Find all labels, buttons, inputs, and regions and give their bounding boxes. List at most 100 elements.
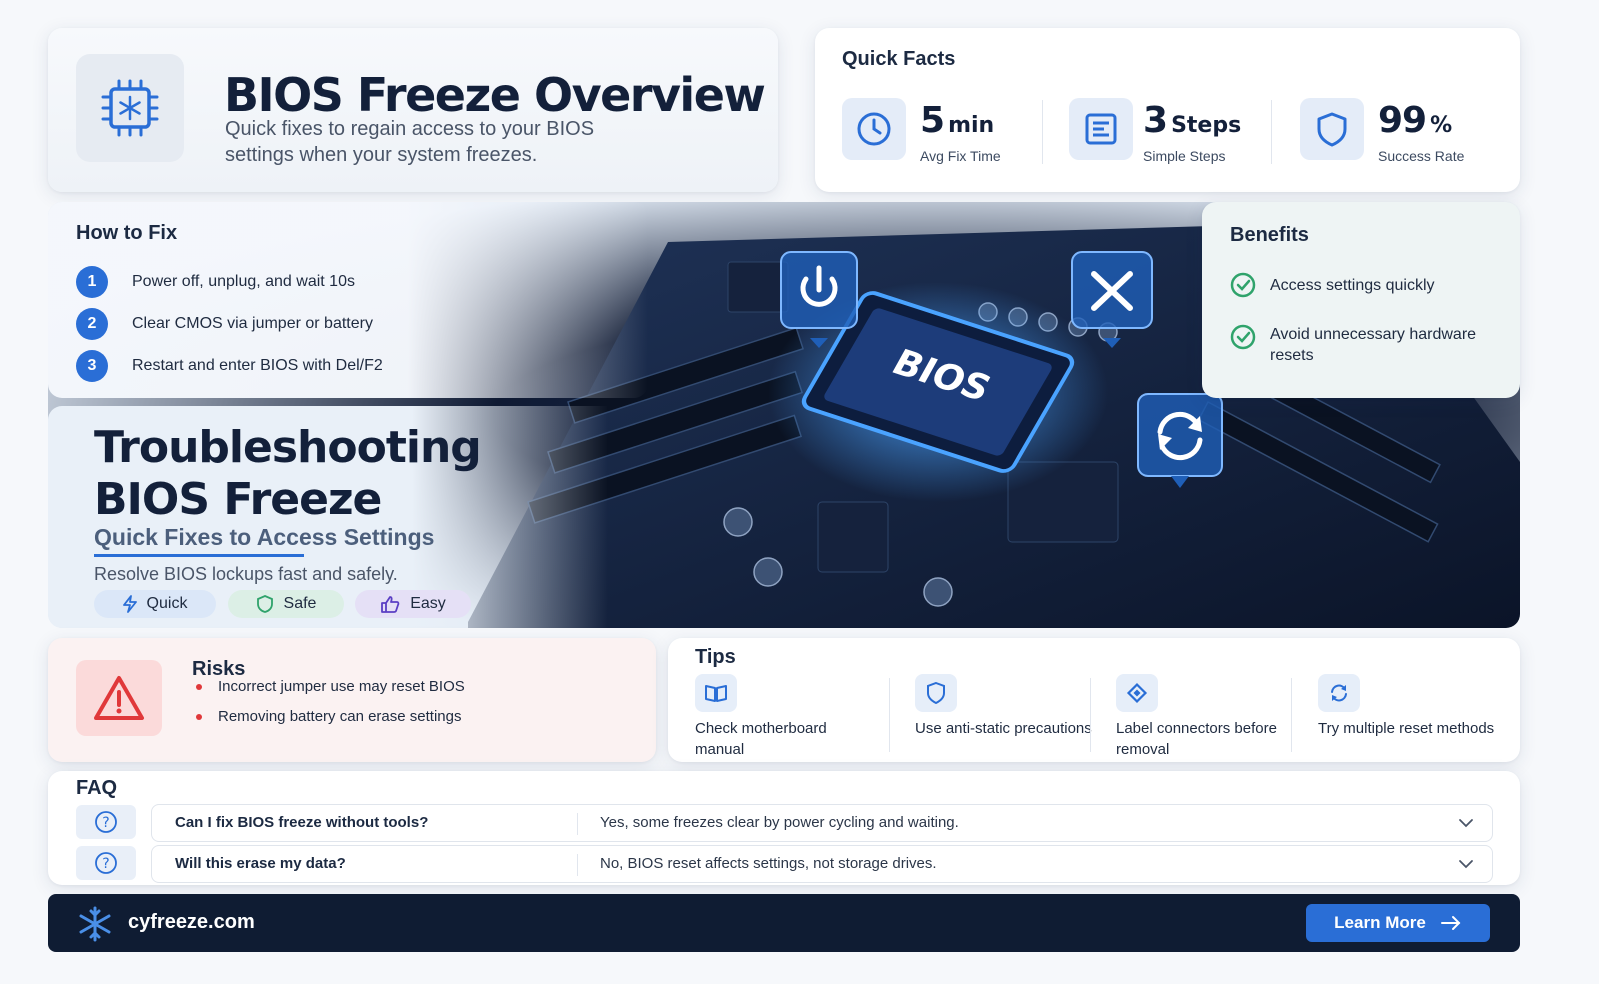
tag-easy: Easy [355, 590, 471, 618]
quick-facts-title: Quick Facts [842, 48, 956, 70]
thumbs-up-icon [380, 595, 400, 613]
step-number: 2 [76, 308, 108, 340]
learn-more-label: Learn More [1334, 913, 1426, 932]
divider [1291, 678, 1292, 752]
fact-value: 5 [920, 100, 945, 141]
question-icon: ? [76, 805, 136, 839]
chevron-down-icon[interactable] [1458, 857, 1474, 871]
tag-label: Safe [283, 595, 317, 612]
fact-label: Simple Steps [1143, 148, 1226, 164]
faq-question: Will this erase my data? [175, 855, 346, 872]
step-text: Power off, unplug, and wait 10s [132, 273, 355, 290]
tips-card: Tips Check motherboard manual Use anti-s… [668, 638, 1520, 762]
shield-icon [915, 674, 957, 712]
chevron-down-icon[interactable] [1458, 816, 1474, 830]
tip-item: Try multiple reset methods [1318, 674, 1498, 739]
hero-description: Resolve BIOS lockups fast and safely. [94, 564, 398, 584]
quick-facts-card: Quick Facts 5 min Avg Fix Time 3 Steps Sim… [815, 28, 1520, 192]
footer-domain[interactable]: cyfreeze.com [128, 911, 255, 934]
benefits-title: Benefits [1230, 224, 1309, 246]
fact-value: 3 [1143, 100, 1168, 141]
how-to-fix-card: How to Fix 1 Power off, unplug, and wait… [48, 202, 648, 398]
divider [1271, 100, 1272, 164]
benefit-item: Access settings quickly [1230, 272, 1490, 298]
benefit-text: Access settings quickly [1270, 277, 1435, 294]
tag-safe: Safe [228, 590, 344, 618]
fact-label: Avg Fix Time [920, 148, 1001, 164]
risk-item: Removing battery can erase settings [196, 708, 461, 725]
check-circle-icon [1230, 324, 1256, 350]
refresh-icon [1137, 393, 1223, 488]
shield-check-icon [256, 595, 274, 613]
svg-text:?: ? [102, 815, 109, 831]
fix-step: 2 Clear CMOS via jumper or battery [76, 308, 373, 340]
faq-item[interactable]: Will this erase my data? No, BIOS reset … [151, 845, 1493, 883]
tag-quick: Quick [94, 590, 216, 618]
tag-label: Quick [146, 595, 188, 612]
hero-subtitle: Quick Fixes to Access Settings [94, 524, 435, 550]
risks-card: Risks Incorrect jumper use may reset BIO… [48, 638, 656, 762]
benefit-text: Avoid unnecessary hardware resets [1270, 326, 1477, 364]
tip-item: Check motherboard manual [695, 674, 875, 760]
how-to-fix-title: How to Fix [76, 222, 178, 244]
faq-answer: No, BIOS reset affects settings, not sto… [600, 855, 937, 872]
tip-item: Use anti-static precautions [915, 674, 1095, 739]
tip-item: Label connectors before removal [1116, 674, 1296, 760]
fix-step: 3 Restart and enter BIOS with Del/F2 [76, 350, 383, 382]
step-text: Restart and enter BIOS with Del/F2 [132, 357, 383, 374]
divider [577, 854, 578, 876]
fact-label: Success Rate [1378, 148, 1465, 164]
warning-icon [76, 660, 162, 736]
fact-value: 99 [1378, 100, 1427, 141]
fact-unit: min [948, 113, 995, 138]
benefit-item: Avoid unnecessary hardware resets [1230, 324, 1490, 366]
risk-text: Incorrect jumper use may reset BIOS [218, 678, 465, 695]
footer-bar: cyfreeze.com Learn More [48, 894, 1520, 952]
lightning-icon [122, 595, 137, 613]
tag-icon [1116, 674, 1158, 712]
benefits-card: Benefits Access settings quickly Avoid u… [1202, 202, 1520, 398]
fact-unit: Steps [1171, 113, 1242, 138]
tip-text: Check motherboard manual [695, 720, 827, 758]
bullet [196, 683, 202, 690]
checklist-icon [1069, 98, 1133, 160]
risk-text: Removing battery can erase settings [218, 708, 462, 725]
tip-text: Use anti-static precautions [915, 720, 1092, 737]
snowflake-icon [79, 906, 111, 942]
page-title: BIOS Freeze Overview [224, 68, 766, 122]
risk-item: Incorrect jumper use may reset BIOS [196, 678, 465, 695]
step-number: 1 [76, 266, 108, 298]
question-icon: ? [76, 846, 136, 880]
refresh-icon [1318, 674, 1360, 712]
fact-unit: % [1430, 113, 1453, 138]
hero-text-panel: Troubleshooting BIOS Freeze Quick Fixes … [48, 406, 608, 628]
step-number: 3 [76, 350, 108, 382]
faq-item[interactable]: Can I fix BIOS freeze without tools? Yes… [151, 804, 1493, 842]
tips-title: Tips [695, 646, 736, 668]
faq-card: FAQ ? Can I fix BIOS freeze without tool… [48, 771, 1520, 885]
tip-text: Label connectors before removal [1116, 720, 1277, 758]
divider [1042, 100, 1043, 164]
divider [1090, 678, 1091, 752]
arrow-right-icon [1440, 916, 1461, 930]
subtitle-underline [94, 554, 304, 557]
tip-text: Try multiple reset methods [1318, 720, 1495, 737]
svg-text:?: ? [102, 856, 109, 872]
divider [577, 813, 578, 835]
faq-title: FAQ [76, 777, 118, 799]
book-icon [695, 674, 737, 712]
step-text: Clear CMOS via jumper or battery [132, 315, 373, 332]
header-card: BIOS Freeze Overview Quick fixes to rega… [48, 28, 778, 192]
learn-more-button[interactable]: Learn More [1306, 904, 1490, 942]
faq-answer: Yes, some freezes clear by power cycling… [600, 814, 959, 831]
snowflake-chip-icon [76, 54, 184, 162]
check-circle-icon [1230, 272, 1256, 298]
bullet [196, 713, 202, 720]
fix-step: 1 Power off, unplug, and wait 10s [76, 266, 355, 298]
hero-title: Troubleshooting BIOS Freeze [94, 422, 482, 525]
faq-question: Can I fix BIOS freeze without tools? [175, 814, 429, 831]
clock-icon [842, 98, 906, 160]
shield-icon [1300, 98, 1364, 160]
divider [889, 678, 890, 752]
tag-label: Easy [410, 595, 446, 612]
